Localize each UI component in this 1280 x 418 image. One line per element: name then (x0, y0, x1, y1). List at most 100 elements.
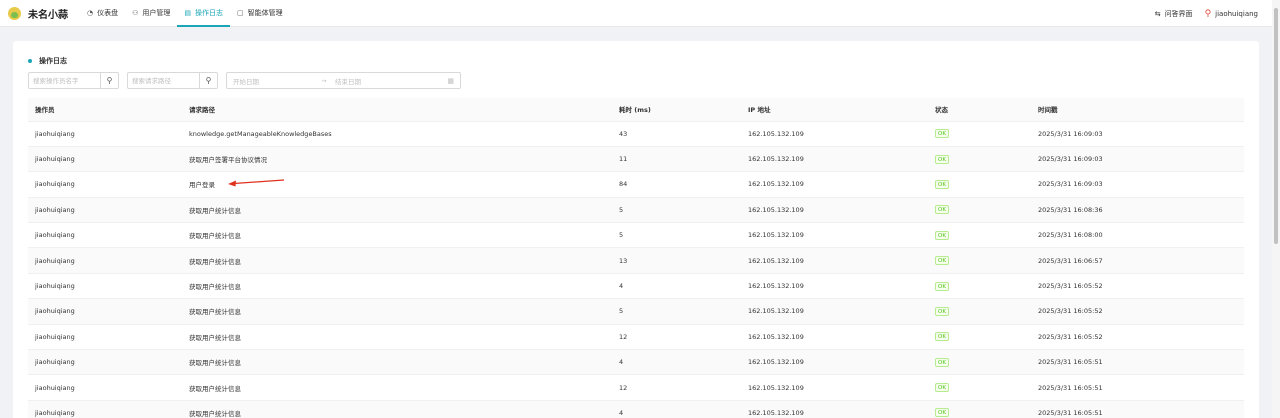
nav-user-management[interactable]: ⚇ 用户管理 (125, 0, 177, 27)
cell-duration: 4 (612, 349, 741, 376)
cell-timestamp: 2025/3/31 16:05:52 (1031, 273, 1244, 300)
scrollbar-thumb[interactable] (1274, 8, 1278, 244)
col-duration[interactable]: 耗时 (ms) (612, 98, 741, 122)
cell-duration: 5 (612, 197, 741, 224)
cell-operator: jiaohuiqiang (28, 273, 182, 300)
table-row[interactable]: jiaohuiqiang 获取用户统计信息 13 162.105.132.109 OK 2… (28, 247, 1244, 274)
qa-label: 问答界面 (1164, 9, 1193, 18)
path-search-input[interactable] (127, 72, 200, 89)
cell-status: OK (928, 197, 1031, 224)
col-operator[interactable]: 操作员 (28, 98, 182, 122)
cell-timestamp: 2025/3/31 16:09:03 (1031, 121, 1244, 147)
cell-path: 获取用户统计信息 (182, 197, 612, 224)
cell-path: knowledge.getManageableKnowledgeBases (182, 121, 612, 147)
col-ip[interactable]: IP 地址 (741, 98, 928, 122)
status-badge: OK (935, 357, 949, 367)
table-row[interactable]: jiaohuiqiang 获取用户统计信息 5 162.105.132.109 OK 20… (28, 222, 1244, 249)
status-badge: OK (935, 256, 949, 266)
cell-timestamp: 2025/3/31 16:08:36 (1031, 197, 1244, 224)
cell-operator: jiaohuiqiang (28, 298, 182, 325)
date-range-picker[interactable]: 开始日期 → 结束日期 ▦ (226, 72, 461, 89)
cell-status: OK (928, 374, 1031, 401)
qa-interface-link[interactable]: ⇆ 问答界面 (1155, 9, 1193, 19)
search-icon: ⚲ (106, 76, 113, 85)
cell-status: OK (928, 171, 1031, 198)
range-arrow-icon: → (321, 76, 327, 85)
username: jiaohuiqiang (1215, 9, 1258, 18)
cell-duration: 13 (612, 247, 741, 274)
cell-status: OK (928, 298, 1031, 325)
path-search-button[interactable]: ⚲ (200, 72, 218, 89)
cell-duration: 12 (612, 374, 741, 401)
brand-name[interactable]: 未名小蒜 (28, 6, 68, 21)
nav-agent-management[interactable]: ▢ 智能体管理 (230, 0, 290, 27)
document-icon: ▤ (184, 9, 192, 17)
calendar-icon: ▦ (447, 76, 454, 85)
cell-operator: jiaohuiqiang (28, 146, 182, 173)
cell-timestamp: 2025/3/31 16:05:52 (1031, 324, 1244, 351)
nav-operation-log[interactable]: ▤ 操作日志 (177, 0, 230, 27)
table-row[interactable]: jiaohuiqiang 用户登录 84 162.105.132.109 OK 2025/… (28, 171, 1244, 198)
cell-ip: 162.105.132.109 (741, 171, 928, 198)
table-row[interactable]: jiaohuiqiang 获取用户签署平台协议情况 11 162.105.132.10… (28, 146, 1244, 173)
main-nav: ◔ 仪表盘 ⚇ 用户管理 ▤ 操作日志 ▢ 智能体管理 (80, 0, 290, 27)
operator-search-input[interactable] (28, 72, 101, 89)
log-table-body: jiaohuiqiang knowledge.getManageableKnowl… (28, 121, 1244, 418)
table-row[interactable]: jiaohuiqiang 获取用户统计信息 5 162.105.132.109 OK 20… (28, 298, 1244, 325)
col-path[interactable]: 请求路径 (182, 98, 612, 122)
cell-timestamp: 2025/3/31 16:08:00 (1031, 222, 1244, 249)
nav-dashboard[interactable]: ◔ 仪表盘 (80, 0, 125, 27)
table-row[interactable]: jiaohuiqiang 获取用户统计信息 12 162.105.132.109 OK 2… (28, 324, 1244, 351)
col-timestamp[interactable]: 时间戳 (1031, 98, 1244, 122)
cell-duration: 43 (612, 121, 741, 147)
cell-timestamp: 2025/3/31 16:05:51 (1031, 400, 1244, 418)
path-search: ⚲ (127, 72, 218, 89)
operator-search-button[interactable]: ⚲ (101, 72, 119, 89)
end-date-input[interactable]: 结束日期 (335, 76, 447, 86)
cell-operator: jiaohuiqiang (28, 324, 182, 351)
cell-status: OK (928, 121, 1031, 147)
cell-path: 获取用户统计信息 (182, 400, 612, 418)
table-row[interactable]: jiaohuiqiang 获取用户统计信息 12 162.105.132.109 OK 2… (28, 374, 1244, 401)
dashboard-icon: ◔ (87, 9, 94, 17)
search-icon: ⚲ (205, 76, 212, 85)
nav-label: 用户管理 (142, 9, 171, 17)
table-row[interactable]: jiaohuiqiang knowledge.getManageableKnowl… (28, 121, 1244, 147)
page-scrollbar[interactable] (1272, 0, 1280, 418)
cell-ip: 162.105.132.109 (741, 400, 928, 418)
cell-duration: 5 (612, 222, 741, 249)
cell-ip: 162.105.132.109 (741, 324, 928, 351)
cell-timestamp: 2025/3/31 16:05:52 (1031, 298, 1244, 325)
table-row[interactable]: jiaohuiqiang 获取用户统计信息 4 162.105.132.109 OK 20… (28, 273, 1244, 300)
app-logo-icon[interactable] (8, 6, 21, 20)
cell-ip: 162.105.132.109 (741, 349, 928, 376)
start-date-input[interactable]: 开始日期 (233, 76, 321, 86)
table-row[interactable]: jiaohuiqiang 获取用户统计信息 4 162.105.132.109 OK 20… (28, 349, 1244, 376)
table-row[interactable]: jiaohuiqiang 获取用户统计信息 4 162.105.132.109 OK 20… (28, 400, 1244, 418)
cell-duration: 12 (612, 324, 741, 351)
switch-icon: ⇆ (1154, 9, 1161, 18)
cell-ip: 162.105.132.109 (741, 121, 928, 147)
cell-ip: 162.105.132.109 (741, 273, 928, 300)
nav-label: 仪表盘 (97, 9, 119, 17)
table-row[interactable]: jiaohuiqiang 获取用户统计信息 5 162.105.132.109 OK 20… (28, 197, 1244, 224)
status-badge: OK (935, 332, 949, 342)
cell-timestamp: 2025/3/31 16:05:51 (1031, 374, 1244, 401)
cell-status: OK (928, 400, 1031, 418)
cell-path: 获取用户统计信息 (182, 324, 612, 351)
status-badge: OK (935, 230, 949, 240)
user-menu[interactable]: ⚲ jiaohuiqiang (1205, 9, 1258, 19)
col-status[interactable]: 状态 (928, 98, 1031, 122)
cell-ip: 162.105.132.109 (741, 247, 928, 274)
cell-operator: jiaohuiqiang (28, 247, 182, 274)
cell-timestamp: 2025/3/31 16:09:03 (1031, 146, 1244, 173)
cell-ip: 162.105.132.109 (741, 146, 928, 173)
title-dot-icon (28, 59, 32, 63)
header-actions: ⇆ 问答界面 ⚲ jiaohuiqiang (1155, 0, 1258, 27)
status-badge: OK (935, 281, 949, 291)
cell-path: 获取用户统计信息 (182, 247, 612, 274)
status-badge: OK (935, 205, 949, 215)
status-badge: OK (935, 129, 949, 139)
nav-label: 操作日志 (195, 9, 224, 17)
status-badge: OK (935, 179, 949, 189)
